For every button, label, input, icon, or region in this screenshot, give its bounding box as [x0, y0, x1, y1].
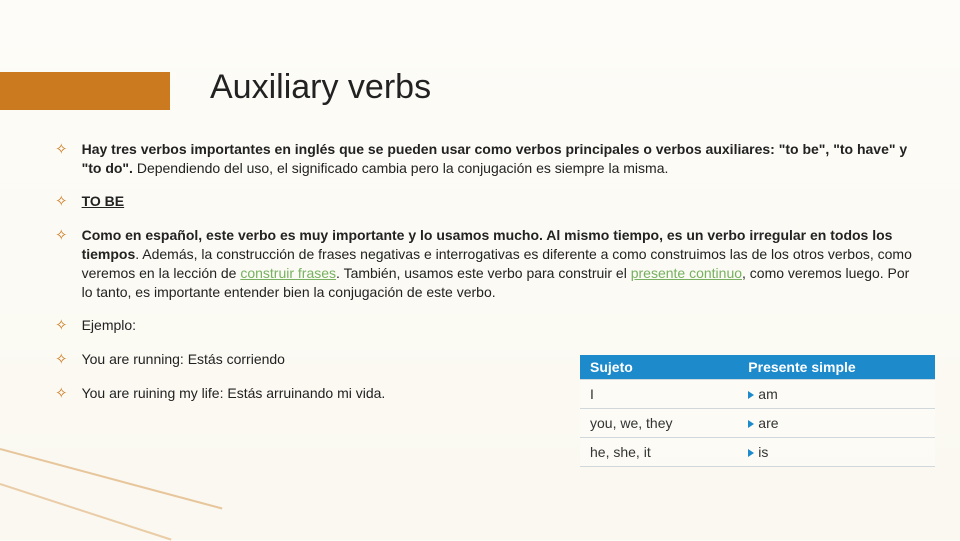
diamond-bullet-icon: ✧ [55, 140, 68, 160]
page-title: Auxiliary verbs [210, 68, 431, 107]
list-item-text: Ejemplo: [82, 316, 136, 335]
table-row: he, she, itis [580, 438, 935, 467]
table-cell: I [580, 380, 738, 409]
list-item: ✧ TO BE [55, 192, 920, 212]
play-icon[interactable] [748, 391, 754, 399]
diamond-bullet-icon: ✧ [55, 350, 68, 370]
decorative-line [0, 483, 171, 541]
play-icon[interactable] [748, 420, 754, 428]
diamond-bullet-icon: ✧ [55, 384, 68, 404]
table-cell: he, she, it [580, 438, 738, 467]
table-cell: am [738, 380, 935, 409]
list-item-text: You are ruining my life: Estás arruinand… [82, 384, 386, 403]
col-subject: Sujeto [580, 355, 738, 380]
table-cell: are [738, 409, 935, 438]
accent-bar [0, 72, 170, 110]
list-item: ✧ Ejemplo: [55, 316, 920, 336]
decorative-line [0, 448, 222, 509]
inline-link[interactable]: presente continuo [631, 265, 742, 281]
inline-link[interactable]: construir frases [240, 265, 336, 281]
diamond-bullet-icon: ✧ [55, 226, 68, 246]
table-cell: is [738, 438, 935, 467]
table-row: you, we, theyare [580, 409, 935, 438]
table-cell: you, we, they [580, 409, 738, 438]
play-icon[interactable] [748, 449, 754, 457]
list-item-text: TO BE [82, 192, 125, 211]
conjugation-table-wrap: SujetoPresente simple Iamyou, we, theyar… [580, 355, 935, 467]
table-body: Iamyou, we, theyarehe, she, itis [580, 380, 935, 467]
list-item: ✧ Como en español, este verbo es muy impo… [55, 226, 920, 302]
table-row: Iam [580, 380, 935, 409]
conjugation-table: SujetoPresente simple Iamyou, we, theyar… [580, 355, 935, 467]
list-item-text: Hay tres verbos importantes en inglés qu… [82, 140, 920, 178]
diamond-bullet-icon: ✧ [55, 316, 68, 336]
diamond-bullet-icon: ✧ [55, 192, 68, 212]
col-present: Presente simple [738, 355, 935, 380]
list-item-text: You are running: Estás corriendo [82, 350, 285, 369]
list-item: ✧ Hay tres verbos importantes en inglés q… [55, 140, 920, 178]
list-item-text: Como en español, este verbo es muy impor… [82, 226, 920, 302]
table-header-row: SujetoPresente simple [580, 355, 935, 380]
